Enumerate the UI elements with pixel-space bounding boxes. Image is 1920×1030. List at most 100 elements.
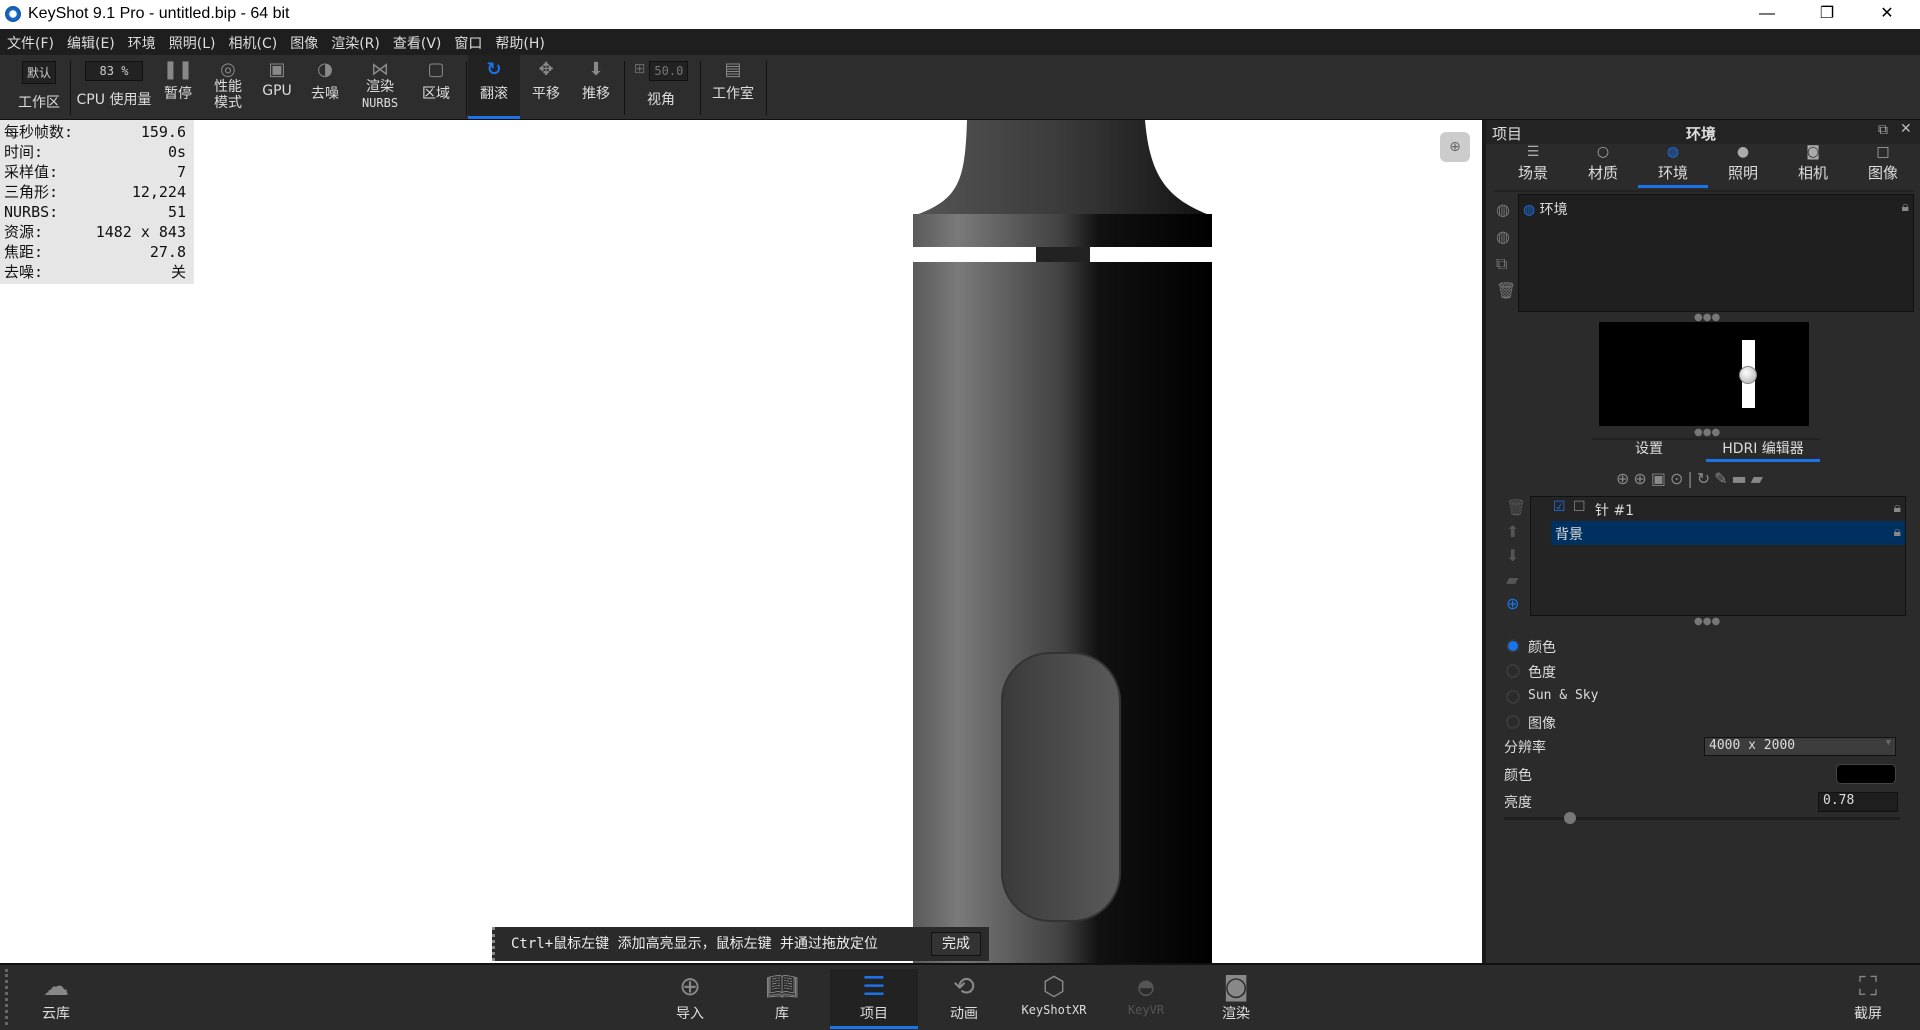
render-button[interactable]: ◙ 渲染 — [1192, 969, 1280, 1029]
environment-list-item[interactable]: ◍ 环境 — [1523, 199, 1568, 219]
brightness-input[interactable]: 0.78 — [1818, 792, 1898, 812]
sample-icon[interactable]: ✎ — [1714, 469, 1731, 488]
field-of-view-control[interactable]: ⊞ 50.0 视角 — [626, 55, 696, 119]
refresh-icon[interactable]: ↻ — [1697, 469, 1714, 488]
radio-chroma[interactable] — [1506, 664, 1520, 678]
menu-window[interactable]: 窗口 — [447, 29, 488, 53]
hint-text: Ctrl+鼠标左键 添加高亮显示，鼠标左键 并通过拖放定位 — [511, 936, 878, 952]
visibility-checkbox[interactable]: ☑ — [1553, 499, 1566, 515]
radio-color[interactable] — [1506, 639, 1520, 653]
import-icon: ⊕ — [679, 972, 701, 1002]
radio-image[interactable] — [1506, 715, 1520, 729]
scene-icon: ☰ — [1526, 144, 1540, 160]
denoise-button[interactable]: ◑ 去噪 — [302, 55, 348, 119]
add-pin-icon[interactable]: ⊕ — [1616, 469, 1633, 488]
pan-button[interactable]: ✥ 平移 — [522, 55, 570, 119]
splitter-handle[interactable]: ●●● — [1694, 616, 1720, 627]
menu-image[interactable]: 图像 — [283, 29, 324, 53]
add-pin-alt-icon[interactable]: ⊕ — [1633, 469, 1650, 488]
workspace-control[interactable]: 默认 工作区 — [10, 55, 68, 119]
menu-edit[interactable]: 编辑(E) — [60, 29, 121, 53]
region-button[interactable]: ▢ 区域 — [412, 55, 460, 119]
duplicate-environment-icon[interactable]: ⧉ — [1496, 250, 1516, 277]
select-checkbox[interactable]: ☐ — [1573, 499, 1586, 515]
done-button[interactable]: 完成 — [931, 932, 981, 956]
close-button[interactable]: ✕ — [1864, 2, 1910, 26]
import-button[interactable]: ⊕ 导入 — [646, 969, 734, 1029]
keyshot-logo-icon — [5, 6, 21, 22]
menu-help[interactable]: 帮助(H) — [488, 29, 550, 53]
subtab-settings[interactable]: 设置 — [1592, 438, 1706, 458]
stats-overlay: 每秒帧数: 159.6 时间: 0s 采样值: 7 三角形: 12,224 NURBS:… — [0, 120, 194, 284]
subtab-hdri-editor[interactable]: HDRI 编辑器 — [1706, 438, 1820, 462]
render-nurbs-button[interactable]: ⋈ 渲染 NURBS — [352, 55, 408, 119]
minimize-button[interactable]: — — [1744, 2, 1790, 26]
panel-close-icon[interactable]: ✕ — [1900, 121, 1912, 137]
cpu-select[interactable]: 83 % — [85, 61, 143, 81]
menu-environment[interactable]: 环境 — [121, 29, 162, 53]
stat-samples: 采样值: 7 — [4, 163, 186, 181]
add-folder-icon[interactable]: ▰ — [1506, 568, 1526, 592]
tumble-button[interactable]: ↻ 翻滚 — [468, 55, 520, 119]
pause-icon: ❚❚ — [162, 59, 194, 80]
delete-environment-icon[interactable]: 🗑 — [1496, 277, 1516, 304]
keyshotxr-button[interactable]: ⬡ KeyShotXR — [1010, 969, 1098, 1029]
delete-layer-icon[interactable]: 🗑 — [1506, 496, 1526, 520]
bulb-icon: ● — [1736, 144, 1750, 160]
lock-icon[interactable]: 🔒︎ — [1894, 524, 1901, 540]
undock-icon[interactable]: ⧉ — [1878, 122, 1888, 138]
environment-rotate-icon[interactable]: ⊕ — [1440, 132, 1470, 162]
studio-button[interactable]: ▤ 工作室 — [702, 55, 764, 119]
tab-environment[interactable]: ◍ 环境 — [1638, 144, 1708, 188]
splitter-handle[interactable]: ●●● — [1694, 427, 1720, 438]
move-up-icon[interactable]: ⬆ — [1506, 520, 1526, 544]
tab-image[interactable]: □ 图像 — [1848, 144, 1918, 183]
target-icon[interactable]: ⊕ — [1506, 592, 1526, 616]
menu-render[interactable]: 渲染(R) — [324, 29, 386, 53]
render-viewport[interactable]: ⊕ 每秒帧数: 159.6 时间: 0s 采样值: 7 三角形: 12,224 NURB… — [0, 120, 1482, 963]
resolution-select[interactable]: 4000 x 2000 ▼ — [1704, 737, 1896, 756]
project-list-icon: ☰ — [862, 972, 886, 1002]
project-panel: 项目 环境 ⧉ ✕ ☰ 场景 ○ 材质 ◍ 环境 ● 照明 ◙ 相机 □ 图像 ◍ ◍ ⧉ 🗑 ◍… — [1482, 120, 1920, 963]
layer-row-pin-1[interactable]: ☑ ☐ 针 #1 🔒︎ — [1531, 497, 1905, 521]
cloud-library-button[interactable]: ☁ 云库 — [12, 969, 100, 1029]
screenshot-button[interactable]: ⛶ 截屏 — [1824, 969, 1912, 1029]
hdri-preview[interactable] — [1599, 322, 1809, 426]
lock-icon[interactable]: 🔒︎ — [1894, 500, 1901, 516]
rect-light-icon[interactable]: ▣ — [1651, 469, 1670, 488]
save-icon[interactable]: ▬ — [1732, 469, 1751, 488]
maximize-button[interactable]: ❐ — [1804, 2, 1850, 26]
nurbs-icon: ⋈ — [371, 59, 389, 80]
tab-lighting[interactable]: ● 照明 — [1708, 144, 1778, 183]
radio-sun-sky[interactable] — [1506, 690, 1520, 704]
environment-list: ◍ 环境 🔒︎ — [1518, 194, 1914, 312]
gpu-button[interactable]: ▣ GPU — [256, 55, 298, 119]
menu-file[interactable]: 文件(F) — [0, 29, 60, 53]
tab-material[interactable]: ○ 材质 — [1568, 144, 1638, 183]
pause-button[interactable]: ❚❚ 暂停 — [156, 55, 200, 119]
fov-input[interactable]: 50.0 — [649, 61, 689, 81]
pin-handle[interactable] — [1739, 366, 1757, 384]
open-folder-icon[interactable]: ▰ — [1751, 469, 1767, 488]
menu-camera[interactable]: 相机(C) — [222, 29, 284, 53]
color-label: 颜色 — [1504, 768, 1532, 784]
pin-icon[interactable]: ⊙ — [1670, 469, 1687, 488]
project-button[interactable]: ☰ 项目 — [830, 969, 918, 1029]
color-swatch[interactable] — [1836, 764, 1896, 784]
tab-camera[interactable]: ◙ 相机 — [1778, 144, 1848, 183]
lock-icon[interactable]: 🔒︎ — [1902, 199, 1909, 215]
new-environment-icon[interactable]: ◍ — [1496, 223, 1516, 250]
animation-button[interactable]: ⟲ 动画 — [920, 969, 1008, 1029]
layer-row-background[interactable]: 背景 🔒︎ — [1551, 521, 1905, 545]
cpu-usage-control[interactable]: 83 % CPU 使用量 — [72, 55, 156, 119]
dolly-button[interactable]: ⬇ 推移 — [572, 55, 620, 119]
workspace-select[interactable]: 默认 — [21, 61, 56, 84]
menu-view[interactable]: 查看(V) — [386, 29, 448, 53]
menu-lighting[interactable]: 照明(L) — [162, 29, 222, 53]
tab-scene[interactable]: ☰ 场景 — [1498, 144, 1568, 183]
library-button[interactable]: 📖︎ 库 — [738, 969, 826, 1029]
performance-mode-button[interactable]: ◎ 性能 模式 — [204, 55, 252, 119]
move-down-icon[interactable]: ⬇ — [1506, 544, 1526, 568]
brightness-slider-handle[interactable] — [1564, 812, 1576, 824]
add-environment-icon[interactable]: ◍ — [1496, 196, 1516, 223]
